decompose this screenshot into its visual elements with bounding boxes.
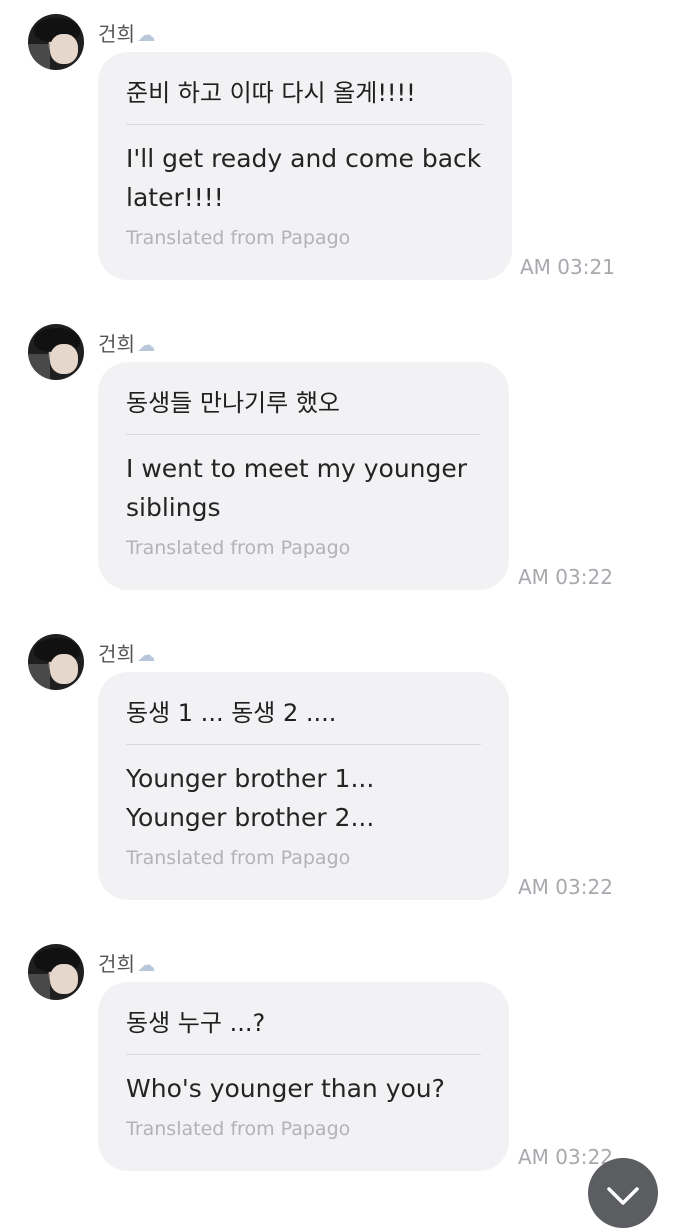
message-time: AM 03:21 [520,255,615,279]
original-text: 동생들 만나기루 했오 [126,386,481,435]
translation-source: Translated from Papago [126,227,351,249]
translated-text: I went to meet my younger siblings [126,454,468,522]
original-text: 동생 1 ... 동생 2 .... [126,696,481,745]
sender-name-text: 건희 [98,332,136,356]
sender-name: 건희 ☁ [98,18,155,47]
cloud-icon: ☁ [137,955,156,976]
cloud-icon: ☁ [137,335,156,356]
avatar[interactable] [28,324,84,380]
message-time: AM 03:22 [518,875,613,899]
avatar[interactable] [28,634,84,690]
translated-text: Who's younger than you? [126,1074,445,1103]
message-bubble[interactable]: 준비 하고 이따 다시 올게!!!! I'll get ready and co… [98,52,512,280]
translated-text: I'll get ready and come back later!!!! [126,144,482,212]
sender-name: 건희 ☁ [98,328,155,357]
translated-text: Younger brother 1... Younger brother 2..… [126,764,375,832]
message-time: AM 03:22 [518,1145,613,1169]
message-bubble[interactable]: 동생들 만나기루 했오 I went to meet my younger si… [98,362,509,590]
message-bubble[interactable]: 동생 누구 ...? Who's younger than you? Trans… [98,982,509,1171]
message-bubble[interactable]: 동생 1 ... 동생 2 .... Younger brother 1... … [98,672,509,900]
original-text: 동생 누구 ...? [126,1006,481,1055]
translation-source: Translated from Papago [126,537,351,559]
sender-name-text: 건희 [98,642,136,666]
avatar[interactable] [28,944,84,1000]
cloud-icon: ☁ [137,645,156,666]
scroll-down-button[interactable] [588,1158,658,1228]
sender-name: 건희 ☁ [98,948,155,977]
sender-name-text: 건희 [98,22,136,46]
sender-name: 건희 ☁ [98,638,155,667]
message-time: AM 03:22 [518,565,613,589]
sender-name-text: 건희 [98,952,136,976]
original-text: 준비 하고 이따 다시 올게!!!! [126,76,484,125]
cloud-icon: ☁ [137,25,156,46]
avatar[interactable] [28,14,84,70]
translation-source: Translated from Papago [126,847,351,869]
chevron-down-icon [607,1187,639,1205]
translation-source: Translated from Papago [126,1118,351,1140]
